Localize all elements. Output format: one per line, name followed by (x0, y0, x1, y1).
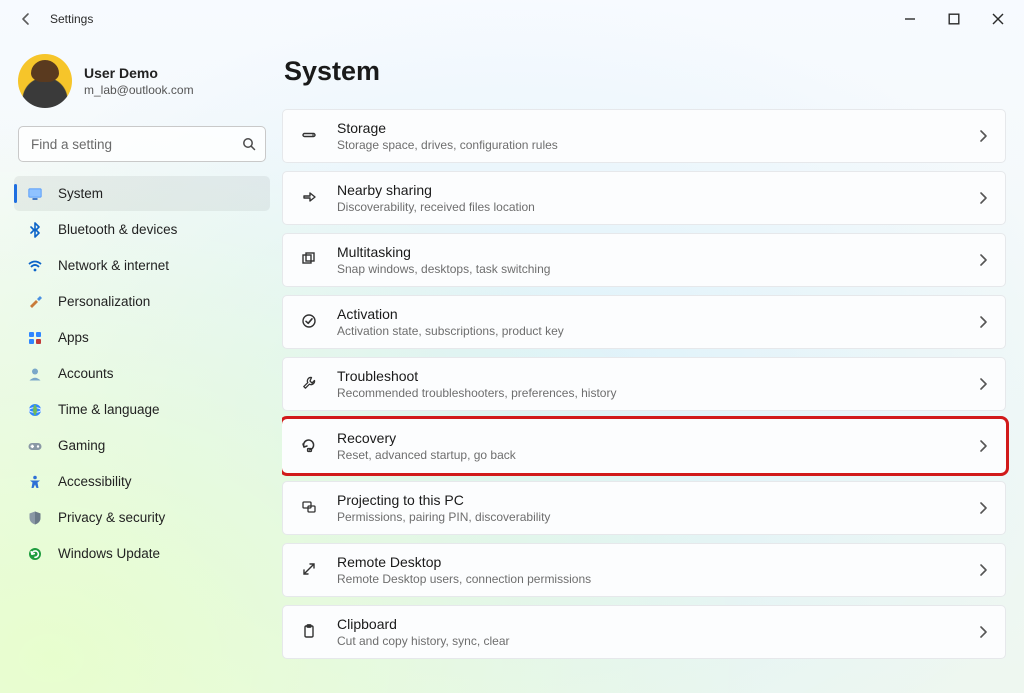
avatar (18, 54, 72, 108)
sidebar-item-time[interactable]: Time & language (14, 392, 270, 427)
sidebar: User Demo m_lab@outlook.com System Blueto… (0, 38, 282, 693)
back-button[interactable] (8, 3, 44, 35)
sidebar-item-label: Windows Update (58, 546, 160, 561)
monitor-icon (26, 185, 44, 203)
sidebar-item-accessibility[interactable]: Accessibility (14, 464, 270, 499)
settings-item-nearby[interactable]: Nearby sharing Discoverability, received … (282, 171, 1006, 225)
chevron-right-icon (975, 500, 991, 516)
search-input[interactable] (29, 136, 241, 153)
share-icon (297, 185, 323, 211)
chevron-right-icon (975, 438, 991, 454)
settings-item-title: Remote Desktop (337, 554, 591, 570)
search-icon (241, 136, 257, 152)
settings-item-recovery[interactable]: Recovery Reset, advanced startup, go back (282, 419, 1006, 473)
settings-item-title: Activation (337, 306, 564, 322)
multitask-icon (297, 247, 323, 273)
settings-item-subtitle: Remote Desktop users, connection permiss… (337, 572, 591, 586)
settings-item-subtitle: Activation state, subscriptions, product… (337, 324, 564, 338)
settings-item-title: Nearby sharing (337, 182, 535, 198)
sidebar-item-accounts[interactable]: Accounts (14, 356, 270, 391)
brush-icon (26, 293, 44, 311)
chevron-right-icon (975, 314, 991, 330)
settings-item-storage[interactable]: Storage Storage space, drives, configurat… (282, 109, 1006, 163)
shield-icon (26, 509, 44, 527)
settings-item-subtitle: Storage space, drives, configuration rul… (337, 138, 558, 152)
sidebar-item-label: Accounts (58, 366, 114, 381)
profile-name: User Demo (84, 65, 194, 81)
storage-icon (297, 123, 323, 149)
chevron-right-icon (975, 624, 991, 640)
settings-item-subtitle: Discoverability, received files location (337, 200, 535, 214)
settings-item-title: Clipboard (337, 616, 510, 632)
person-icon (26, 365, 44, 383)
settings-item-clipboard[interactable]: Clipboard Cut and copy history, sync, cle… (282, 605, 1006, 659)
sidebar-item-bluetooth[interactable]: Bluetooth & devices (14, 212, 270, 247)
settings-item-title: Recovery (337, 430, 516, 446)
settings-list: Storage Storage space, drives, configurat… (282, 109, 1006, 659)
access-icon (26, 473, 44, 491)
chevron-right-icon (975, 128, 991, 144)
search-box[interactable] (18, 126, 266, 162)
settings-item-subtitle: Recommended troubleshooters, preferences… (337, 386, 616, 400)
settings-item-subtitle: Permissions, pairing PIN, discoverabilit… (337, 510, 550, 524)
chevron-right-icon (975, 252, 991, 268)
app-title: Settings (50, 12, 93, 26)
titlebar: Settings (0, 0, 1024, 38)
globe-icon (26, 401, 44, 419)
apps-icon (26, 329, 44, 347)
chevron-right-icon (975, 190, 991, 206)
profile-block[interactable]: User Demo m_lab@outlook.com (18, 54, 266, 108)
sidebar-item-label: Bluetooth & devices (58, 222, 177, 237)
content-area: System Storage Storage space, drives, con… (282, 38, 1024, 693)
chevron-right-icon (975, 376, 991, 392)
wifi-icon (26, 257, 44, 275)
sidebar-item-label: Time & language (58, 402, 160, 417)
settings-item-subtitle: Snap windows, desktops, task switching (337, 262, 550, 276)
sidebar-item-personal[interactable]: Personalization (14, 284, 270, 319)
settings-item-title: Troubleshoot (337, 368, 616, 384)
recovery-icon (297, 433, 323, 459)
settings-item-multi[interactable]: Multitasking Snap windows, desktops, task… (282, 233, 1006, 287)
sidebar-item-label: Apps (58, 330, 89, 345)
sidebar-item-gaming[interactable]: Gaming (14, 428, 270, 463)
sidebar-item-label: Network & internet (58, 258, 169, 273)
sidebar-item-label: Privacy & security (58, 510, 165, 525)
chevron-right-icon (975, 562, 991, 578)
sidebar-item-label: Accessibility (58, 474, 132, 489)
settings-item-subtitle: Cut and copy history, sync, clear (337, 634, 510, 648)
settings-item-trouble[interactable]: Troubleshoot Recommended troubleshooters,… (282, 357, 1006, 411)
sidebar-item-system[interactable]: System (14, 176, 270, 211)
remote-icon (297, 557, 323, 583)
sidebar-item-apps[interactable]: Apps (14, 320, 270, 355)
check-icon (297, 309, 323, 335)
bluetooth-icon (26, 221, 44, 239)
settings-item-remote[interactable]: Remote Desktop Remote Desktop users, conn… (282, 543, 1006, 597)
sidebar-item-label: Gaming (58, 438, 105, 453)
settings-item-title: Projecting to this PC (337, 492, 550, 508)
wrench-icon (297, 371, 323, 397)
sidebar-item-network[interactable]: Network & internet (14, 248, 270, 283)
sidebar-item-privacy[interactable]: Privacy & security (14, 500, 270, 535)
settings-item-title: Storage (337, 120, 558, 136)
project-icon (297, 495, 323, 521)
settings-item-title: Multitasking (337, 244, 550, 260)
window-maximize-button[interactable] (932, 4, 976, 34)
profile-email: m_lab@outlook.com (84, 83, 194, 97)
page-title: System (284, 56, 1006, 87)
settings-item-subtitle: Reset, advanced startup, go back (337, 448, 516, 462)
sidebar-item-label: System (58, 186, 103, 201)
update-icon (26, 545, 44, 563)
settings-item-activation[interactable]: Activation Activation state, subscription… (282, 295, 1006, 349)
clipboard-icon (297, 619, 323, 645)
window-close-button[interactable] (976, 4, 1020, 34)
sidebar-item-update[interactable]: Windows Update (14, 536, 270, 571)
gamepad-icon (26, 437, 44, 455)
window-minimize-button[interactable] (888, 4, 932, 34)
nav-list: System Bluetooth & devices Network & inter… (14, 176, 270, 571)
settings-item-project[interactable]: Projecting to this PC Permissions, pairin… (282, 481, 1006, 535)
sidebar-item-label: Personalization (58, 294, 150, 309)
